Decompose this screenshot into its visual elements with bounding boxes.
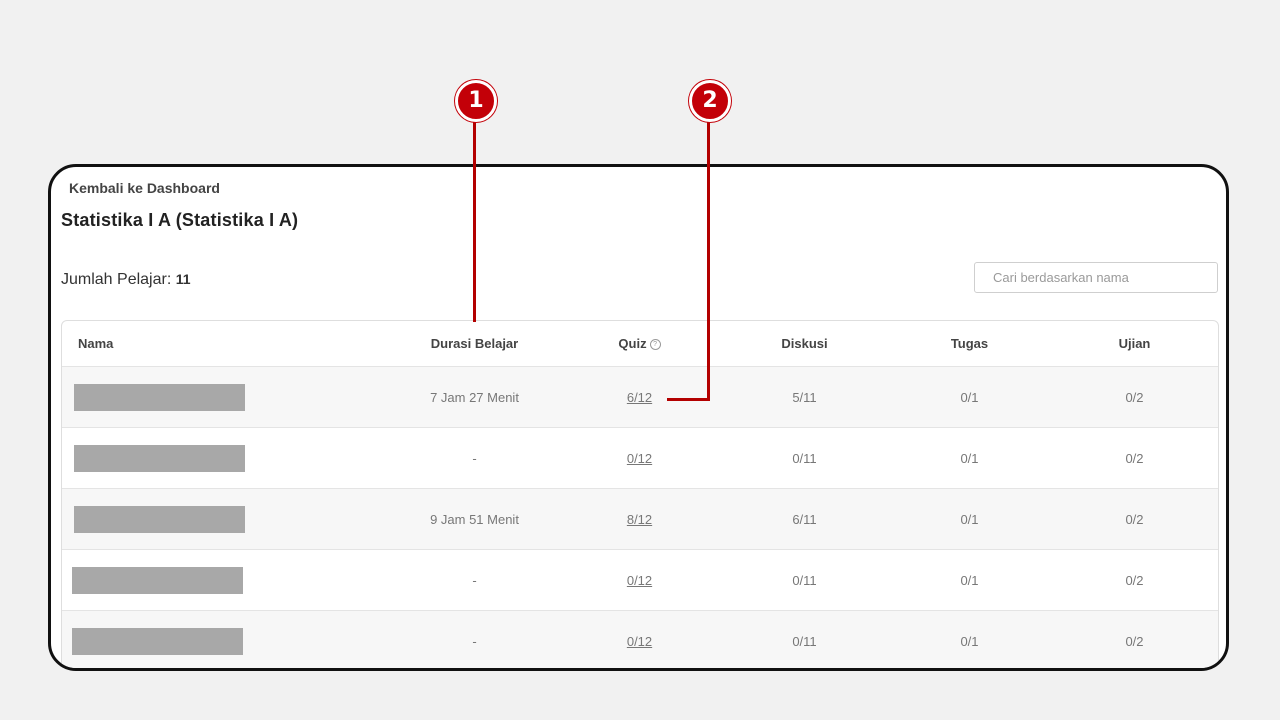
- diskusi-cell: 6/11: [792, 511, 817, 527]
- tugas-cell: 0/1: [960, 389, 979, 405]
- quiz-cell: 8/12: [557, 512, 722, 527]
- diskusi-cell: 5/11: [792, 389, 817, 405]
- callout-1-line: [473, 118, 476, 322]
- quiz-score-link[interactable]: 0/12: [627, 573, 652, 588]
- table-row: - 0/12 0/11 0/1 0/2: [62, 549, 1218, 610]
- header-nama: Nama: [78, 336, 114, 351]
- diskusi-cell: 0/11: [792, 633, 817, 649]
- student-count-label: Jumlah Pelajar:: [61, 271, 172, 288]
- diskusi-cell: 0/11: [792, 572, 817, 588]
- student-count-value: 11: [175, 271, 191, 287]
- diskusi-cell: 0/11: [792, 450, 817, 466]
- student-name-cell: [62, 627, 392, 655]
- ujian-cell: 0/2: [1125, 633, 1144, 649]
- ujian-cell: 0/2: [1125, 450, 1144, 466]
- student-name-cell: [62, 566, 392, 594]
- table-row: - 0/12 0/11 0/1 0/2: [62, 610, 1218, 668]
- ujian-cell: 0/2: [1125, 389, 1144, 405]
- table-row: 7 Jam 27 Menit 6/12 5/11 0/1 0/2: [62, 366, 1218, 427]
- search-input[interactable]: [974, 262, 1218, 293]
- ujian-cell: 0/2: [1125, 511, 1144, 527]
- callout-2-line-horizontal: [667, 398, 710, 401]
- student-name-cell: [62, 444, 392, 472]
- tugas-cell: 0/1: [960, 572, 979, 588]
- quiz-cell: 6/12: [557, 390, 722, 405]
- callout-2-badge: 2: [689, 80, 731, 122]
- quiz-score-link[interactable]: 0/12: [627, 451, 652, 466]
- help-icon[interactable]: ?: [649, 339, 661, 351]
- tugas-cell: 0/1: [960, 633, 979, 649]
- header-ujian: Ujian: [1118, 336, 1151, 351]
- quiz-score-link[interactable]: 0/12: [627, 634, 652, 649]
- redacted-name: [74, 444, 245, 472]
- ujian-cell: 0/2: [1125, 572, 1144, 588]
- durasi-cell: -: [472, 572, 477, 588]
- student-name-cell: [62, 383, 392, 411]
- durasi-cell: 9 Jam 51 Menit: [430, 511, 519, 527]
- student-name-cell: [62, 505, 392, 533]
- tugas-cell: 0/1: [960, 511, 979, 527]
- table-header: Nama Durasi Belajar Quiz? Diskusi Tugas …: [62, 321, 1218, 366]
- quiz-cell: 0/12: [557, 634, 722, 649]
- quiz-score-link[interactable]: 8/12: [627, 512, 652, 527]
- durasi-cell: -: [472, 450, 477, 466]
- callout-1-badge: 1: [455, 80, 497, 122]
- student-count: Jumlah Pelajar: 11: [61, 271, 191, 289]
- header-quiz: Quiz?: [557, 336, 722, 351]
- tugas-cell: 0/1: [960, 450, 979, 466]
- redacted-name: [74, 505, 245, 533]
- student-table: Nama Durasi Belajar Quiz? Diskusi Tugas …: [61, 320, 1219, 668]
- table-row: 9 Jam 51 Menit 8/12 6/11 0/1 0/2: [62, 488, 1218, 549]
- quiz-cell: 0/12: [557, 451, 722, 466]
- header-quiz-label: Quiz: [618, 336, 647, 351]
- redacted-name: [74, 383, 245, 411]
- redacted-name: [72, 566, 243, 594]
- quiz-cell: 0/12: [557, 573, 722, 588]
- callout-2-line-vertical: [707, 118, 710, 401]
- quiz-score-link[interactable]: 6/12: [627, 390, 652, 405]
- redacted-name: [72, 627, 243, 655]
- page-title: Statistika I A (Statistika I A): [61, 210, 299, 230]
- durasi-cell: 7 Jam 27 Menit: [430, 389, 519, 405]
- durasi-cell: -: [472, 633, 477, 649]
- header-durasi-belajar: Durasi Belajar: [430, 336, 519, 351]
- app-frame: Kembali ke Dashboard Statistika I A (Sta…: [48, 164, 1229, 671]
- header-tugas: Tugas: [950, 336, 989, 351]
- header-diskusi: Diskusi: [781, 336, 828, 351]
- table-row: - 0/12 0/11 0/1 0/2: [62, 427, 1218, 488]
- back-to-dashboard-link[interactable]: Kembali ke Dashboard: [69, 180, 220, 196]
